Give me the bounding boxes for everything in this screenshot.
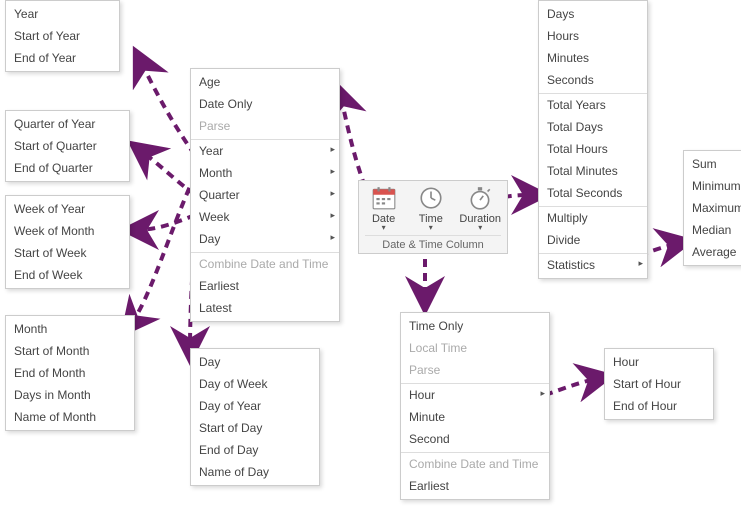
- week-submenu: Week of Year Week of Month Start of Week…: [5, 195, 130, 289]
- calendar-icon: [371, 185, 397, 211]
- menu-item[interactable]: End of Week: [6, 264, 129, 286]
- menu-item[interactable]: Week of Month: [6, 220, 129, 242]
- month-submenu: Month Start of Month End of Month Days i…: [5, 315, 135, 431]
- clock-icon: [418, 185, 444, 211]
- menu-item[interactable]: Second: [401, 428, 549, 450]
- menu-item[interactable]: Days: [539, 3, 647, 25]
- day-submenu: Day Day of Week Day of Year Start of Day…: [190, 348, 320, 486]
- menu-item[interactable]: Start of Day: [191, 417, 319, 439]
- menu-item[interactable]: Month: [6, 318, 134, 340]
- menu-item[interactable]: Sum: [684, 153, 741, 175]
- caret-down-icon: ▾: [429, 225, 433, 231]
- chevron-right-icon: ▸: [540, 388, 545, 399]
- menu-item[interactable]: Maximum: [684, 197, 741, 219]
- ribbon-duration-button[interactable]: Duration ▾: [459, 185, 501, 231]
- menu-item: Combine Date and Time: [401, 452, 549, 475]
- menu-item[interactable]: Median: [684, 219, 741, 241]
- date-main-menu: Age Date Only Parse Year▸ Month▸ Quarter…: [190, 68, 340, 322]
- menu-item[interactable]: Hours: [539, 25, 647, 47]
- menu-item[interactable]: End of Year: [6, 47, 119, 69]
- quarter-submenu: Quarter of Year Start of Quarter End of …: [5, 110, 130, 182]
- menu-item[interactable]: Day of Week: [191, 373, 319, 395]
- menu-item[interactable]: Total Days: [539, 116, 647, 138]
- chevron-right-icon: ▸: [330, 210, 335, 221]
- menu-item[interactable]: End of Hour: [605, 395, 713, 417]
- menu-item[interactable]: Name of Month: [6, 406, 134, 428]
- menu-item[interactable]: End of Month: [6, 362, 134, 384]
- chevron-right-icon: ▸: [330, 144, 335, 155]
- menu-item[interactable]: Year▸: [191, 139, 339, 162]
- menu-item[interactable]: Average: [684, 241, 741, 263]
- menu-item[interactable]: Day▸: [191, 228, 339, 250]
- menu-item[interactable]: Start of Hour: [605, 373, 713, 395]
- menu-item[interactable]: Name of Day: [191, 461, 319, 483]
- menu-item[interactable]: End of Quarter: [6, 157, 129, 179]
- menu-item[interactable]: Hour▸: [401, 383, 549, 406]
- hour-submenu: Hour Start of Hour End of Hour: [604, 348, 714, 420]
- menu-item[interactable]: End of Day: [191, 439, 319, 461]
- menu-item[interactable]: Start of Quarter: [6, 135, 129, 157]
- menu-item[interactable]: Start of Week: [6, 242, 129, 264]
- menu-item[interactable]: Minimum: [684, 175, 741, 197]
- time-main-menu: Time Only Local Time Parse Hour▸ Minute …: [400, 312, 550, 500]
- caret-down-icon: ▾: [478, 225, 482, 231]
- duration-menu: Days Hours Minutes Seconds Total Years T…: [538, 0, 648, 279]
- menu-item[interactable]: Minutes: [539, 47, 647, 69]
- menu-item[interactable]: Start of Month: [6, 340, 134, 362]
- menu-item: Local Time: [401, 337, 549, 359]
- menu-item[interactable]: Quarter of Year: [6, 113, 129, 135]
- menu-item[interactable]: Quarter▸: [191, 184, 339, 206]
- statistics-submenu: Sum Minimum Maximum Median Average: [683, 150, 741, 266]
- menu-item[interactable]: Days in Month: [6, 384, 134, 406]
- menu-item: Parse: [191, 115, 339, 137]
- menu-item[interactable]: Day: [191, 351, 319, 373]
- menu-item[interactable]: Day of Year: [191, 395, 319, 417]
- chevron-right-icon: ▸: [330, 166, 335, 177]
- chevron-right-icon: ▸: [330, 188, 335, 199]
- menu-item[interactable]: Week of Year: [6, 198, 129, 220]
- menu-item[interactable]: Date Only: [191, 93, 339, 115]
- ribbon-time-button[interactable]: Time ▾: [412, 185, 449, 231]
- caret-down-icon: ▾: [382, 225, 386, 231]
- menu-item[interactable]: Time Only: [401, 315, 549, 337]
- menu-item[interactable]: Year: [6, 3, 119, 25]
- ribbon-date-time-group: Date ▾ Time ▾ Duration ▾ Date & Time Col…: [358, 180, 508, 254]
- menu-item[interactable]: Earliest: [401, 475, 549, 497]
- menu-item[interactable]: Total Minutes: [539, 160, 647, 182]
- menu-item[interactable]: Multiply: [539, 206, 647, 229]
- year-submenu: Year Start of Year End of Year: [5, 0, 120, 72]
- menu-item[interactable]: Week▸: [191, 206, 339, 228]
- ribbon-group-title: Date & Time Column: [365, 235, 501, 251]
- menu-item[interactable]: Total Seconds: [539, 182, 647, 204]
- menu-item[interactable]: Seconds: [539, 69, 647, 91]
- menu-item[interactable]: Divide: [539, 229, 647, 251]
- menu-item[interactable]: Hour: [605, 351, 713, 373]
- menu-item[interactable]: Start of Year: [6, 25, 119, 47]
- menu-item[interactable]: Earliest: [191, 275, 339, 297]
- stopwatch-icon: [467, 185, 493, 211]
- menu-item[interactable]: Total Years: [539, 93, 647, 116]
- menu-item: Combine Date and Time: [191, 252, 339, 275]
- menu-item[interactable]: Age: [191, 71, 339, 93]
- menu-item[interactable]: Statistics▸: [539, 253, 647, 276]
- menu-item[interactable]: Total Hours: [539, 138, 647, 160]
- chevron-right-icon: ▸: [330, 232, 335, 243]
- menu-item[interactable]: Minute: [401, 406, 549, 428]
- menu-item[interactable]: Month▸: [191, 162, 339, 184]
- chevron-right-icon: ▸: [638, 258, 643, 269]
- menu-item: Parse: [401, 359, 549, 381]
- menu-item[interactable]: Latest: [191, 297, 339, 319]
- ribbon-date-button[interactable]: Date ▾: [365, 185, 402, 231]
